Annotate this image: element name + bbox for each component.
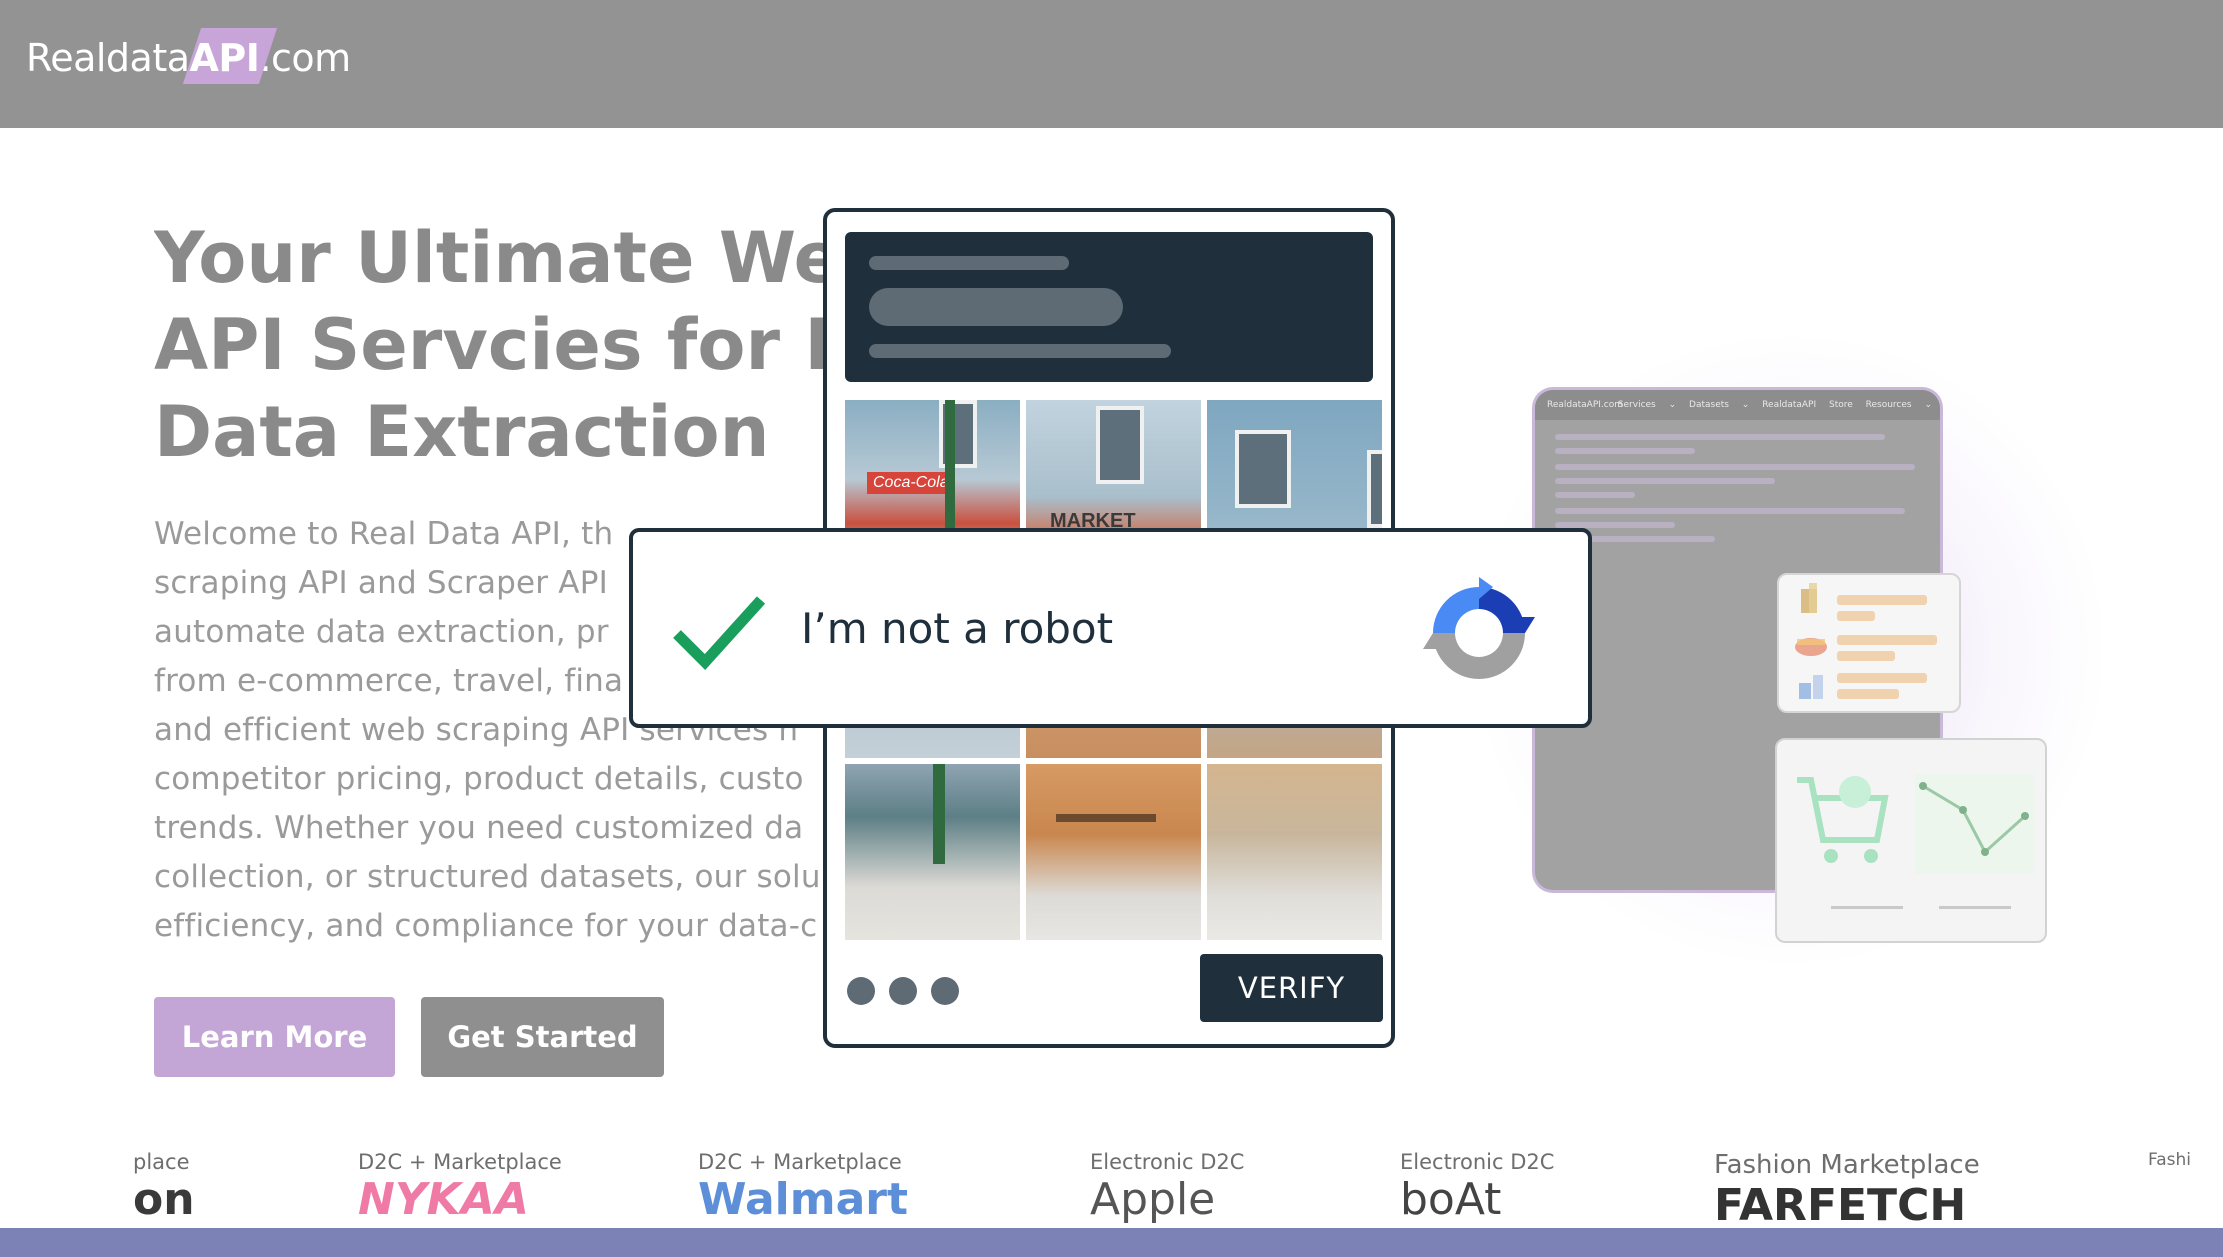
hero-title-line: API Servcies for R bbox=[154, 304, 834, 386]
header-placeholder bbox=[869, 288, 1123, 326]
bottom-strip bbox=[0, 1228, 2223, 1257]
client-brand: Apple bbox=[1090, 1174, 1216, 1225]
client-category: Fashion Marketplace bbox=[1714, 1150, 1980, 1180]
client-logo: place on bbox=[133, 1150, 195, 1222]
hero-desc-line: trends. Whether you need customized da bbox=[154, 810, 804, 846]
hero-title-line: Your Ultimate We bbox=[154, 217, 834, 299]
site-logo[interactable]: Realdata API .com bbox=[26, 28, 351, 88]
tile-sign: Coca-Cola bbox=[867, 472, 955, 494]
client-category: D2C + Marketplace bbox=[358, 1150, 562, 1174]
data-bar bbox=[1837, 595, 1927, 605]
captcha-header bbox=[845, 232, 1373, 382]
data-bar bbox=[1837, 635, 1937, 645]
hero-title-line: Data Extraction bbox=[154, 391, 770, 473]
data-bar bbox=[1837, 651, 1895, 661]
client-logo: Electronic D2C boAt bbox=[1400, 1150, 1554, 1222]
window-shape bbox=[1235, 430, 1291, 508]
client-category: Electronic D2C bbox=[1400, 1150, 1555, 1174]
client-logo: D2C + Marketplace NYKAA bbox=[358, 1150, 562, 1222]
data-bar bbox=[1837, 673, 1927, 683]
client-category: Fashi bbox=[2148, 1150, 2191, 1170]
header-placeholder bbox=[869, 256, 1069, 270]
verify-button[interactable]: VERIFY bbox=[1200, 954, 1383, 1022]
data-bar bbox=[1837, 689, 1899, 699]
progress-dot bbox=[847, 977, 875, 1005]
cart-chart-graphic bbox=[1797, 774, 2033, 909]
client-brand: on bbox=[133, 1174, 195, 1225]
captcha-tile[interactable] bbox=[1207, 764, 1382, 940]
top-navbar: Realdata API .com bbox=[0, 0, 2223, 128]
robot-label: I’m not a robot bbox=[801, 604, 1114, 653]
client-brand: NYKAA bbox=[358, 1174, 529, 1225]
mock-browser-bar: RealdataAPI.com Services ⌄ Datasets ⌄ Re… bbox=[1535, 390, 1940, 420]
learn-more-button[interactable]: Learn More bbox=[154, 997, 395, 1077]
code-line bbox=[1555, 508, 1905, 514]
client-brand: boAt bbox=[1400, 1174, 1502, 1225]
mock-browser-logo: RealdataAPI.com bbox=[1547, 400, 1623, 410]
captcha-tile[interactable] bbox=[1026, 764, 1201, 940]
captcha-progress-dots bbox=[847, 977, 959, 1005]
client-brand: Walmart bbox=[698, 1174, 909, 1225]
code-line bbox=[1555, 464, 1915, 470]
client-category: Electronic D2C bbox=[1090, 1150, 1245, 1174]
progress-dot bbox=[931, 977, 959, 1005]
logo-text-suffix: .com bbox=[259, 36, 351, 80]
code-line bbox=[1555, 492, 1635, 498]
mock-browser-nav: Services ⌄ Datasets ⌄ RealdataAPI Store … bbox=[1617, 400, 1932, 410]
code-line bbox=[1555, 434, 1885, 440]
recipe-data-card bbox=[1777, 573, 1961, 713]
recaptcha-logo-icon bbox=[1423, 577, 1535, 679]
data-bar bbox=[1837, 611, 1875, 621]
hero-desc-line: competitor pricing, product details, cus… bbox=[154, 761, 804, 797]
hero-desc-line: efficiency, and compliance for your data… bbox=[154, 908, 818, 944]
hero-title: Your Ultimate We API Servcies for R Data… bbox=[154, 215, 834, 476]
code-line bbox=[1555, 448, 1695, 454]
client-logo: Fashi bbox=[2148, 1150, 2191, 1170]
client-brand: FARFETCH bbox=[1714, 1180, 1967, 1231]
get-started-button[interactable]: Get Started bbox=[421, 997, 664, 1077]
hero-desc-line: collection, or structured datasets, our … bbox=[154, 859, 821, 895]
logo-text-api: API bbox=[189, 36, 260, 80]
client-category: D2C + Marketplace bbox=[698, 1150, 902, 1174]
header-placeholder bbox=[869, 344, 1171, 358]
window-shape bbox=[1367, 450, 1382, 528]
captcha-tile[interactable] bbox=[845, 764, 1020, 940]
progress-dot bbox=[889, 977, 917, 1005]
recaptcha-box[interactable]: I’m not a robot bbox=[629, 528, 1592, 728]
code-line bbox=[1555, 478, 1775, 484]
bench-shape bbox=[1056, 814, 1156, 822]
checkmark-icon[interactable] bbox=[671, 592, 767, 672]
client-category: place bbox=[133, 1150, 190, 1174]
client-logo: Electronic D2C Apple bbox=[1090, 1150, 1244, 1222]
client-logo: D2C + Marketplace Walmart bbox=[698, 1150, 908, 1222]
analytics-card bbox=[1775, 738, 2047, 943]
client-logo: Fashion Marketplace FARFETCH bbox=[1714, 1150, 1980, 1228]
window-shape bbox=[1096, 406, 1144, 484]
pole-shape bbox=[933, 764, 945, 864]
logo-text-prefix: Realdata bbox=[26, 36, 190, 80]
